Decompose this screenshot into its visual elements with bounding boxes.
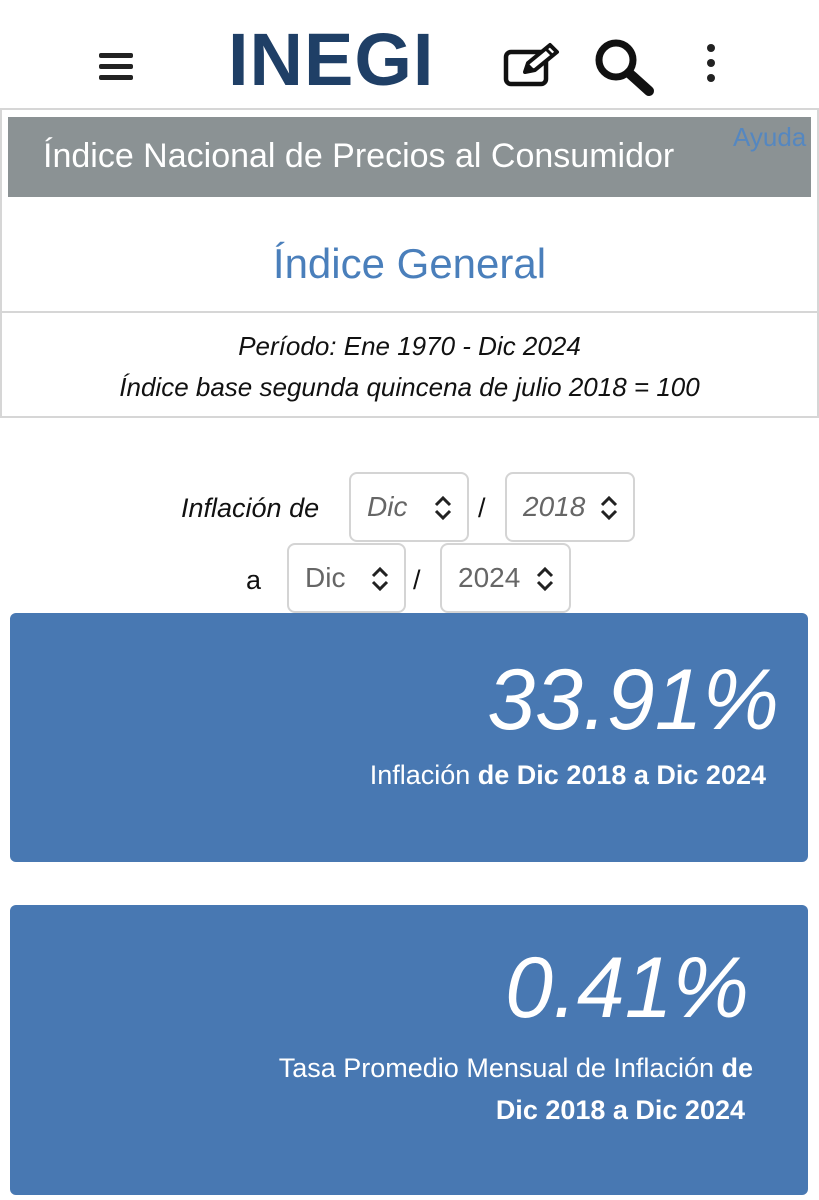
base-index-text: Índice base segunda quincena de julio 20… xyxy=(119,372,700,402)
from-month-select[interactable]: Dic xyxy=(349,472,469,542)
chevron-updown-icon xyxy=(434,495,452,521)
inegi-logo[interactable]: INEGI xyxy=(228,23,434,97)
panel-title: Índice Nacional de Precios al Consumidor xyxy=(43,137,675,175)
help-link[interactable]: Ayuda xyxy=(733,120,806,154)
to-month-value: Dic xyxy=(305,562,346,593)
chevron-updown-icon xyxy=(536,566,554,592)
index-subtitle: Índice General xyxy=(272,240,547,287)
to-month-select[interactable]: Dic xyxy=(287,543,406,613)
kebab-menu-icon[interactable] xyxy=(700,44,722,84)
monthly-rate-caption-period: Dic 2018 a Dic 2024 xyxy=(495,1095,745,1125)
from-month-value: Dic xyxy=(367,491,408,522)
inflation-value: 33.91% xyxy=(487,652,779,748)
inflation-to-label: a xyxy=(246,565,262,595)
chevron-updown-icon xyxy=(371,566,389,592)
edit-icon[interactable] xyxy=(503,42,563,88)
to-year-select[interactable]: 2024 xyxy=(440,543,571,613)
panel-divider xyxy=(0,311,819,313)
search-icon[interactable] xyxy=(592,36,656,96)
separator-slash: / xyxy=(478,493,486,523)
hamburger-menu-icon[interactable] xyxy=(99,53,133,81)
top-bar: INEGI xyxy=(0,0,819,110)
separator-slash: / xyxy=(413,565,421,595)
monthly-rate-value: 0.41% xyxy=(505,940,749,1036)
period-text: Período: Ene 1970 - Dic 2024 xyxy=(238,331,581,361)
from-year-select[interactable]: 2018 xyxy=(505,472,635,542)
chevron-updown-icon xyxy=(600,495,618,521)
monthly-rate-caption: Tasa Promedio Mensual de Inflación de xyxy=(278,1053,753,1083)
from-year-value: 2018 xyxy=(523,491,586,522)
to-year-value: 2024 xyxy=(458,562,521,593)
inflation-from-label: Inflación de xyxy=(181,493,320,523)
inflation-caption: Inflación de Dic 2018 a Dic 2024 xyxy=(369,760,766,790)
